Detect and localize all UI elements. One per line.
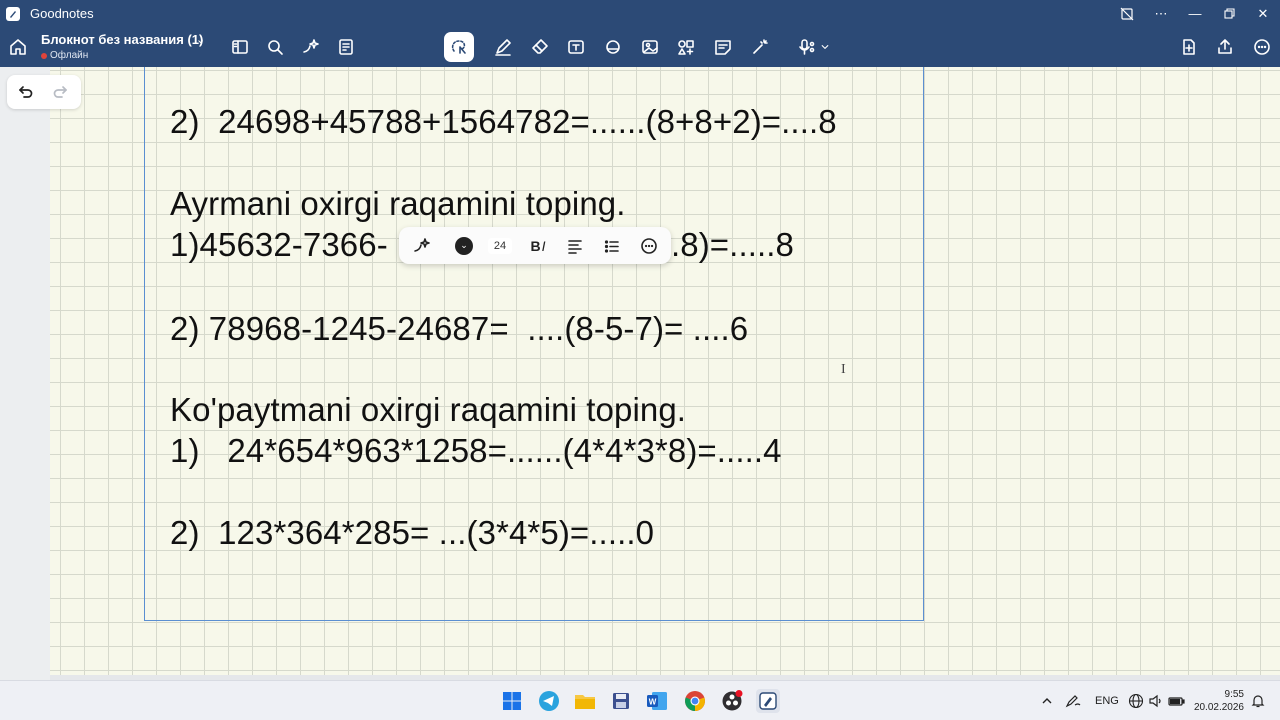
text-line-heading-subtraction: Ayrmani oxirgi raqamini toping. <box>170 185 626 222</box>
chevron-down-icon[interactable] <box>818 34 832 60</box>
more-options-icon[interactable] <box>635 227 663 264</box>
svg-text:W: W <box>649 698 657 707</box>
clock-time: 9:55 <box>1224 689 1244 700</box>
offline-dot-icon <box>41 52 47 59</box>
document-icon[interactable] <box>333 34 359 60</box>
start-menu-icon[interactable] <box>500 689 524 713</box>
image-tool-icon[interactable] <box>637 34 663 60</box>
share-icon[interactable] <box>1212 34 1238 60</box>
undo-redo-group <box>7 75 81 109</box>
search-icon[interactable] <box>262 34 288 60</box>
sidebar-icon[interactable] <box>227 34 253 60</box>
goodnotes-taskbar-icon[interactable] <box>756 689 780 713</box>
speaker-icon[interactable] <box>1148 681 1164 720</box>
text-line-4: 1) 24*654*963*1258=......(4*4*3*8)=.....… <box>170 432 782 469</box>
tray-chevron-up-icon[interactable] <box>1040 681 1054 720</box>
bold-italic-button[interactable]: BI <box>523 227 553 264</box>
system-clock[interactable]: 9:55 20.02.2026 <box>1194 688 1244 714</box>
home-icon[interactable] <box>5 34 31 60</box>
redo-icon[interactable] <box>43 75 79 109</box>
file-explorer-icon[interactable] <box>573 689 597 713</box>
text-color-picker[interactable]: ⌄ <box>451 227 477 264</box>
laser-pointer-icon[interactable] <box>747 34 773 60</box>
offline-status: Офлайн <box>41 50 88 61</box>
text-line-3: 2) 78968-1245-24687= ....(8-5-7)= ....6 <box>170 310 749 347</box>
eraser-tool-icon[interactable] <box>527 34 553 60</box>
obs-recorder-icon[interactable] <box>720 689 744 713</box>
undo-icon[interactable] <box>7 75 43 109</box>
elements-tool-icon[interactable] <box>673 34 699 60</box>
bold-icon: B <box>530 237 541 254</box>
chevron-down-icon: ⌄ <box>455 236 473 255</box>
app-toolbar: Блокнот без названия (1) ⌄ Офлайн <box>0 27 1280 67</box>
sticky-note-icon[interactable] <box>710 34 736 60</box>
lasso-tool-icon[interactable] <box>444 32 474 62</box>
close-button[interactable]: ✕ <box>1246 0 1280 27</box>
text-format-toolbar: ⌄ 24 BI <box>399 227 671 264</box>
chrome-icon[interactable] <box>683 689 707 713</box>
word-icon[interactable]: W <box>645 689 669 713</box>
minimize-button[interactable]: — <box>1178 0 1212 27</box>
bullet-list-icon[interactable] <box>598 227 626 264</box>
pen-tray-icon[interactable] <box>1064 681 1082 720</box>
tablet-mode-icon[interactable] <box>1110 0 1144 27</box>
text-tool-icon[interactable] <box>563 34 589 60</box>
shapes-tool-icon[interactable] <box>600 34 626 60</box>
text-cursor-icon: I <box>841 362 846 377</box>
telegram-icon[interactable] <box>537 689 561 713</box>
text-line-heading-product: Ko'paytmani oxirgi raqamini toping. <box>170 391 687 428</box>
title-bar: Goodnotes ⋯ — ✕ <box>0 0 1280 27</box>
add-page-icon[interactable] <box>1176 34 1202 60</box>
window-title: Goodnotes <box>30 6 94 21</box>
windows-taskbar: W ENG 9:55 20.02.2026 <box>0 680 1280 720</box>
ai-sparkle-icon[interactable] <box>407 227 435 264</box>
text-line-5: 2) 123*364*285= ...(3*4*5)=.....0 <box>170 514 655 551</box>
notifications-bell-icon[interactable] <box>1250 681 1266 720</box>
language-indicator[interactable]: ENG <box>1095 681 1119 720</box>
left-gutter <box>0 67 50 680</box>
italic-icon: I <box>541 237 546 254</box>
clock-date: 20.02.2026 <box>1193 702 1244 713</box>
text-line-2-left: 1)45632-7366- <box>170 226 388 263</box>
battery-icon[interactable] <box>1168 681 1186 720</box>
font-size-value: 24 <box>487 237 513 254</box>
chevron-down-icon[interactable]: ⌄ <box>196 33 205 46</box>
text-line-2-right: .8)=.....8 <box>671 226 794 263</box>
more-menu-icon[interactable] <box>1249 34 1275 60</box>
microphone-icon[interactable] <box>794 34 820 60</box>
globe-network-icon[interactable] <box>1128 681 1144 720</box>
save-disk-icon[interactable] <box>609 689 633 713</box>
ai-sparkle-icon[interactable] <box>297 34 323 60</box>
more-options-icon[interactable]: ⋯ <box>1144 0 1178 27</box>
offline-status-label: Офлайн <box>50 50 89 61</box>
align-left-icon[interactable] <box>561 227 589 264</box>
maximize-button[interactable] <box>1212 0 1246 27</box>
pen-tool-icon[interactable] <box>490 34 516 60</box>
text-line-1: 2) 24698+45788+1564782=......(8+8+2)=...… <box>170 103 837 140</box>
font-size-field[interactable]: 24 <box>485 227 515 264</box>
notebook-title[interactable]: Блокнот без названия (1) <box>41 32 203 47</box>
goodnotes-logo-icon <box>6 6 20 21</box>
canvas-workspace[interactable]: 2) 24698+45788+1564782=......(8+8+2)=...… <box>0 67 1280 680</box>
